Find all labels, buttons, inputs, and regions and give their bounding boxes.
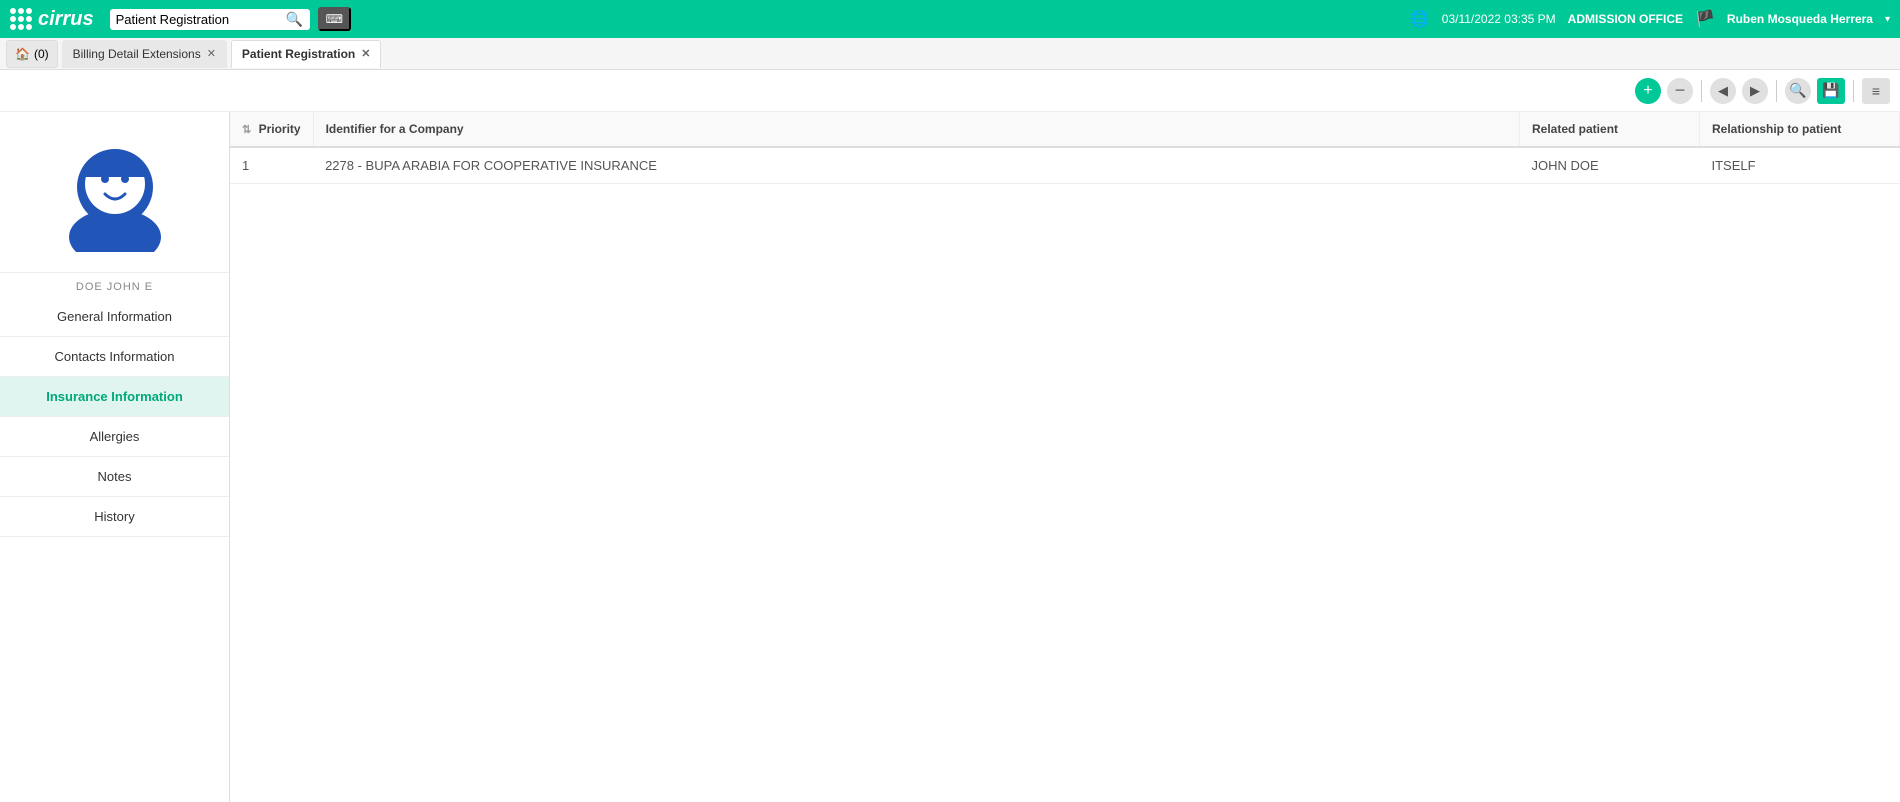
sidebar-item-contacts[interactable]: Contacts Information [0, 337, 229, 377]
col-related-header: Related patient [1520, 112, 1700, 147]
sidebar-item-notes[interactable]: Notes [0, 457, 229, 497]
table-body: 1 2278 - BUPA ARABIA FOR COOPERATIVE INS… [230, 147, 1900, 184]
next-button[interactable]: ▶ [1742, 78, 1768, 104]
tab-billing-label: Billing Detail Extensions [73, 47, 201, 61]
remove-button[interactable]: − [1667, 78, 1693, 104]
cell-priority: 1 [230, 147, 313, 184]
tab-home[interactable]: 🏠 (0) [6, 40, 58, 68]
tab-billing[interactable]: Billing Detail Extensions ✕ [62, 40, 227, 68]
cell-related: JOHN DOE [1520, 147, 1700, 184]
sidebar-item-history-label: History [94, 509, 134, 524]
tab-patient-reg-close[interactable]: ✕ [361, 47, 370, 60]
toolbar-separator-3 [1853, 80, 1854, 102]
keyboard-button[interactable]: ⌨ [318, 7, 351, 31]
toolbar: + − ◀ ▶ 🔍 💾 ≡ [0, 70, 1900, 112]
sidebar-item-notes-label: Notes [98, 469, 132, 484]
search-button[interactable]: 🔍 [286, 11, 303, 28]
search-input[interactable] [116, 12, 286, 27]
table-row[interactable]: 1 2278 - BUPA ARABIA FOR COOPERATIVE INS… [230, 147, 1900, 184]
user-name: Ruben Mosqueda Herrera [1727, 12, 1873, 26]
patient-name: DOE JOHN E [0, 272, 229, 297]
sidebar-item-allergies[interactable]: Allergies [0, 417, 229, 457]
location: ADMISSION OFFICE [1568, 12, 1683, 26]
cell-relationship: ITSELF [1700, 147, 1900, 184]
main-layout: DOE JOHN E General Information Contacts … [0, 112, 1900, 802]
cell-identifier: 2278 - BUPA ARABIA FOR COOPERATIVE INSUR… [313, 147, 1519, 184]
toolbar-separator-2 [1776, 80, 1777, 102]
sidebar-item-history[interactable]: History [0, 497, 229, 537]
col-identifier-header: Identifier for a Company [313, 112, 1519, 147]
home-tab-label: (0) [34, 47, 49, 61]
tab-billing-close[interactable]: ✕ [207, 47, 216, 60]
toolbar-separator-1 [1701, 80, 1702, 102]
logo-text: cirrus [38, 8, 94, 31]
sidebar-item-general-label: General Information [57, 309, 172, 324]
sidebar-item-allergies-label: Allergies [90, 429, 140, 444]
top-bar-right: 🌐 03/11/2022 03:35 PM ADMISSION OFFICE 🏴… [1410, 9, 1890, 29]
logo: cirrus [10, 8, 94, 31]
list-button[interactable]: ≡ [1862, 78, 1890, 104]
flag-icon: 🏴 [1695, 9, 1715, 29]
search-toolbar-button[interactable]: 🔍 [1785, 78, 1811, 104]
sidebar-nav: General Information Contacts Information… [0, 297, 229, 537]
content-area: ⇅ Priority Identifier for a Company Rela… [230, 112, 1900, 802]
tab-patient-reg-label: Patient Registration [242, 47, 355, 61]
save-button[interactable]: 💾 [1817, 78, 1845, 104]
col-relationship-header: Relationship to patient [1700, 112, 1900, 147]
insurance-table: ⇅ Priority Identifier for a Company Rela… [230, 112, 1900, 184]
home-icon: 🏠 [15, 47, 30, 61]
globe-icon: 🌐 [1410, 9, 1430, 29]
user-dropdown-arrow[interactable]: ▾ [1885, 14, 1890, 25]
sidebar-item-insurance-label: Insurance Information [46, 389, 183, 404]
top-bar: cirrus 🔍 ⌨ 🌐 03/11/2022 03:35 PM ADMISSI… [0, 0, 1900, 38]
sidebar-item-contacts-label: Contacts Information [55, 349, 175, 364]
tab-patient-registration[interactable]: Patient Registration ✕ [231, 40, 382, 68]
tab-bar: 🏠 (0) Billing Detail Extensions ✕ Patien… [0, 38, 1900, 70]
sidebar-item-insurance[interactable]: Insurance Information [0, 377, 229, 417]
col-priority-header[interactable]: ⇅ Priority [230, 112, 313, 147]
logo-dots [10, 8, 32, 30]
search-box[interactable]: 🔍 [110, 9, 310, 30]
patient-avatar [55, 132, 175, 252]
table-header: ⇅ Priority Identifier for a Company Rela… [230, 112, 1900, 147]
add-button[interactable]: + [1635, 78, 1661, 104]
sidebar: DOE JOHN E General Information Contacts … [0, 112, 230, 802]
datetime: 03/11/2022 03:35 PM [1442, 12, 1556, 26]
sort-arrows-priority: ⇅ [242, 124, 251, 136]
prev-button[interactable]: ◀ [1710, 78, 1736, 104]
sidebar-item-general[interactable]: General Information [0, 297, 229, 337]
